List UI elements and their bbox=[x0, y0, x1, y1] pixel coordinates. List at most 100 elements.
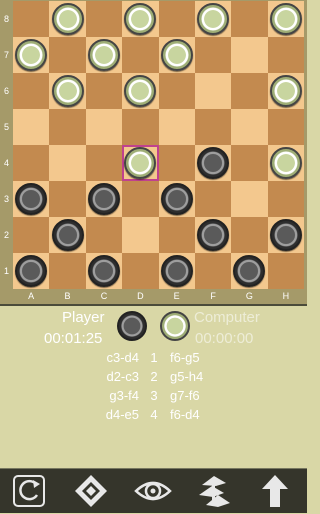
game-info-panel: Player 00:01:25 Computer 00:00:00 c3-d4 … bbox=[0, 306, 307, 468]
square-c5[interactable] bbox=[85, 109, 123, 145]
square-b6[interactable] bbox=[49, 73, 86, 109]
square-f5[interactable] bbox=[194, 109, 232, 145]
move-row: d2-c3 2 g5-h4 bbox=[0, 369, 307, 388]
move-computer: g7-f6 bbox=[170, 388, 200, 403]
square-g4[interactable] bbox=[231, 145, 268, 181]
square-c3[interactable] bbox=[85, 181, 123, 217]
square-f6[interactable] bbox=[194, 73, 232, 109]
square-b3[interactable] bbox=[49, 181, 86, 217]
square-a2[interactable] bbox=[13, 217, 50, 253]
square-f1[interactable] bbox=[194, 253, 232, 289]
square-a4[interactable] bbox=[13, 145, 50, 181]
square-h6[interactable] bbox=[267, 73, 304, 109]
rank-label: 4 bbox=[3, 158, 9, 168]
player-name: Player bbox=[62, 309, 105, 326]
square-g6[interactable] bbox=[231, 73, 268, 109]
move-computer: f6-g5 bbox=[170, 350, 200, 365]
square-e3[interactable] bbox=[158, 181, 195, 217]
square-c6[interactable] bbox=[85, 73, 123, 109]
square-e7[interactable] bbox=[158, 37, 195, 73]
square-e1[interactable] bbox=[158, 253, 195, 289]
square-b4[interactable] bbox=[49, 145, 86, 181]
square-c7[interactable] bbox=[85, 37, 123, 73]
square-d3[interactable] bbox=[122, 181, 159, 217]
square-f4[interactable] bbox=[194, 145, 232, 181]
move-row: g3-f4 3 g7-f6 bbox=[0, 388, 307, 407]
square-f8[interactable] bbox=[194, 1, 232, 37]
square-g1[interactable] bbox=[231, 253, 268, 289]
square-b7[interactable] bbox=[49, 37, 86, 73]
rank-label: 2 bbox=[3, 230, 9, 240]
square-h5[interactable] bbox=[267, 109, 304, 145]
square-g3[interactable] bbox=[231, 181, 268, 217]
square-c4[interactable] bbox=[85, 145, 123, 181]
square-d1[interactable] bbox=[122, 253, 159, 289]
square-g8[interactable] bbox=[231, 1, 268, 37]
move-player: d4-e5 bbox=[105, 407, 139, 422]
rank-labels: 8 7 6 5 4 3 2 1 bbox=[0, 1, 13, 289]
move-player: c3-d4 bbox=[106, 350, 139, 365]
up-arrow-icon bbox=[262, 475, 288, 507]
square-f2[interactable] bbox=[194, 217, 232, 253]
square-g7[interactable] bbox=[231, 37, 268, 73]
square-f3[interactable] bbox=[194, 181, 232, 217]
square-c8[interactable] bbox=[85, 1, 123, 37]
square-h3[interactable] bbox=[267, 181, 304, 217]
hint-button[interactable] bbox=[71, 473, 111, 509]
move-row: d4-e5 4 f6-d4 bbox=[0, 407, 307, 426]
rank-label: 6 bbox=[3, 86, 9, 96]
square-f7[interactable] bbox=[194, 37, 232, 73]
rotate-board-button[interactable] bbox=[9, 473, 49, 509]
rank-label: 3 bbox=[3, 194, 9, 204]
move-number: 1 bbox=[150, 350, 158, 365]
computer-name: Computer bbox=[194, 309, 260, 326]
player-clock: 00:01:25 bbox=[44, 330, 103, 347]
square-e8[interactable] bbox=[158, 1, 195, 37]
square-d4[interactable] bbox=[122, 145, 159, 181]
square-d6[interactable] bbox=[122, 73, 159, 109]
square-e2[interactable] bbox=[158, 217, 195, 253]
square-b5[interactable] bbox=[49, 109, 86, 145]
game-tree-button[interactable] bbox=[194, 473, 234, 509]
square-e5[interactable] bbox=[158, 109, 195, 145]
diamond-icon bbox=[75, 475, 107, 507]
file-labels: A B C D E F G H bbox=[13, 289, 304, 304]
square-g5[interactable] bbox=[231, 109, 268, 145]
square-a6[interactable] bbox=[13, 73, 50, 109]
square-b1[interactable] bbox=[49, 253, 86, 289]
file-label: A bbox=[28, 291, 35, 301]
menu-up-button[interactable] bbox=[255, 473, 295, 509]
square-e4[interactable] bbox=[158, 145, 195, 181]
square-g2[interactable] bbox=[231, 217, 268, 253]
square-a7[interactable] bbox=[13, 37, 50, 73]
square-b8[interactable] bbox=[49, 1, 86, 37]
square-h7[interactable] bbox=[267, 37, 304, 73]
square-h1[interactable] bbox=[267, 253, 304, 289]
square-d2[interactable] bbox=[122, 217, 159, 253]
square-a5[interactable] bbox=[13, 109, 50, 145]
checkers-board[interactable] bbox=[13, 1, 304, 289]
rank-label: 7 bbox=[3, 50, 9, 60]
square-h8[interactable] bbox=[267, 1, 304, 37]
player-turn-piece-icon bbox=[117, 311, 147, 341]
square-d7[interactable] bbox=[122, 37, 159, 73]
square-d5[interactable] bbox=[122, 109, 159, 145]
square-a3[interactable] bbox=[13, 181, 50, 217]
bottom-toolbar bbox=[0, 468, 307, 513]
square-d8[interactable] bbox=[122, 1, 159, 37]
file-label: G bbox=[245, 291, 253, 301]
rank-label: 8 bbox=[3, 14, 9, 24]
square-h4[interactable] bbox=[267, 145, 304, 181]
eye-icon bbox=[134, 481, 172, 501]
square-a8[interactable] bbox=[13, 1, 50, 37]
square-a1[interactable] bbox=[13, 253, 50, 289]
square-b2[interactable] bbox=[49, 217, 86, 253]
square-e6[interactable] bbox=[158, 73, 195, 109]
view-button[interactable] bbox=[133, 473, 173, 509]
square-h2[interactable] bbox=[267, 217, 304, 253]
move-number: 4 bbox=[150, 407, 158, 422]
move-computer: g5-h4 bbox=[170, 369, 204, 384]
square-c2[interactable] bbox=[85, 217, 123, 253]
square-c1[interactable] bbox=[85, 253, 123, 289]
rotate-board-icon bbox=[13, 475, 45, 507]
